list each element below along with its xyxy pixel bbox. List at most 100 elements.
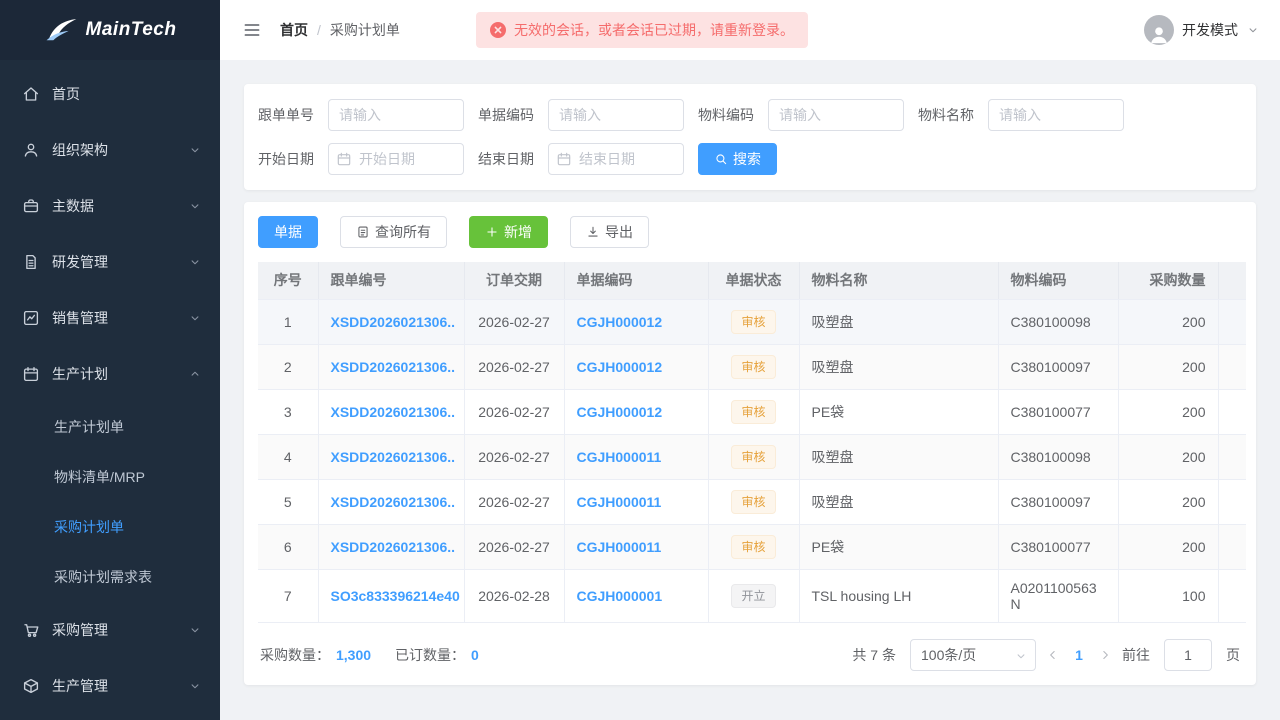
cell-material-code: C380100097 — [998, 344, 1118, 389]
filter-label: 开始日期 — [258, 149, 314, 169]
doc-no-link[interactable]: CGJH000011 — [577, 539, 662, 555]
column-header-extra — [1218, 262, 1246, 299]
cell-material-name: PE袋 — [799, 389, 998, 434]
track-no-link[interactable]: XSDD2026021306.. — [331, 314, 456, 330]
purchase-plan-table: 序号跟单编号订单交期单据编码单据状态物料名称物料编码采购数量 1 XSDD202… — [258, 262, 1246, 623]
chevron-up-icon — [188, 367, 202, 381]
sidebar-item-主数据[interactable]: 主数据 — [0, 178, 220, 234]
prev-page-icon[interactable] — [1046, 648, 1060, 662]
alert-text: 无效的会话，或者会话已过期，请重新登录。 — [514, 20, 794, 40]
briefcase-icon — [22, 197, 40, 215]
cell-track-no: XSDD2026021306.. — [318, 524, 464, 569]
doc-no-link[interactable]: CGJH000001 — [577, 588, 663, 604]
cell-material-code: C380100098 — [998, 434, 1118, 479]
doc-code-input[interactable] — [548, 99, 684, 131]
filter-label: 物料名称 — [918, 105, 974, 125]
sidebar-item-生产管理[interactable]: 生产管理 — [0, 658, 220, 714]
track-no-link[interactable]: XSDD2026021306.. — [331, 359, 456, 375]
user-mode-label: 开发模式 — [1182, 20, 1238, 40]
cell-track-no: XSDD2026021306.. — [318, 434, 464, 479]
cell-seq: 4 — [258, 434, 318, 479]
doc-no-link[interactable]: CGJH000012 — [577, 359, 663, 375]
cell-status: 审核 — [708, 524, 799, 569]
sidebar-subitem-物料清单/MRP[interactable]: 物料清单/MRP — [0, 452, 220, 502]
sidebar-item-采购管理[interactable]: 采购管理 — [0, 602, 220, 658]
sidebar-item-组织架构[interactable]: 组织架构 — [0, 122, 220, 178]
topbar: 首页 / 采购计划单 无效的会话，或者会话已过期，请重新登录。 开发 — [220, 0, 1280, 60]
doc-button[interactable]: 单据 — [258, 216, 318, 248]
cell-delivery-date: 2026-02-27 — [464, 344, 564, 389]
add-button[interactable]: 新增 — [469, 216, 548, 248]
cell-extra — [1218, 434, 1246, 479]
breadcrumb-home[interactable]: 首页 — [280, 20, 308, 40]
cell-material-name: 吸塑盘 — [799, 299, 998, 344]
user-menu[interactable]: 开发模式 — [1144, 15, 1260, 45]
cell-qty: 200 — [1118, 479, 1218, 524]
sidebar-subitem-采购计划需求表[interactable]: 采购计划需求表 — [0, 552, 220, 602]
table-row: 4 XSDD2026021306.. 2026-02-27 CGJH000011… — [258, 434, 1246, 479]
material-name-input[interactable] — [988, 99, 1124, 131]
track-no-link[interactable]: XSDD2026021306.. — [331, 404, 456, 420]
cell-extra — [1218, 569, 1246, 622]
ordered-qty-value: 0 — [471, 647, 479, 663]
cell-material-code: C380100098 — [998, 299, 1118, 344]
track-no-link[interactable]: SO3c833396214e40 — [331, 588, 460, 604]
chevron-down-icon — [1014, 649, 1028, 663]
column-header-序号: 序号 — [258, 262, 318, 299]
filter-field-start-date: 开始日期 — [258, 143, 464, 175]
cell-delivery-date: 2026-02-28 — [464, 569, 564, 622]
sidebar-item-研发管理[interactable]: 研发管理 — [0, 234, 220, 290]
cell-delivery-date: 2026-02-27 — [464, 389, 564, 434]
doc-no-link[interactable]: CGJH000011 — [577, 494, 662, 510]
cell-seq: 2 — [258, 344, 318, 389]
sidebar-item-生产计划[interactable]: 生产计划 — [0, 346, 220, 402]
cell-qty: 200 — [1118, 299, 1218, 344]
sidebar-item-首页[interactable]: 首页 — [0, 66, 220, 122]
query-all-button[interactable]: 查询所有 — [340, 216, 447, 248]
doc-no-link[interactable]: CGJH000012 — [577, 314, 663, 330]
chevron-down-icon — [188, 623, 202, 637]
start-date-input[interactable] — [328, 143, 464, 175]
page-unit-label: 页 — [1226, 645, 1240, 665]
search-button[interactable]: 搜索 — [698, 143, 777, 175]
column-header-订单交期: 订单交期 — [464, 262, 564, 299]
track-no-link[interactable]: XSDD2026021306.. — [331, 449, 456, 465]
logo-swoosh-icon — [44, 17, 78, 43]
doc-no-link[interactable]: CGJH000011 — [577, 449, 662, 465]
error-circle-icon — [490, 22, 506, 38]
calendar-icon — [22, 365, 40, 383]
breadcrumb-separator: / — [317, 22, 321, 38]
cell-track-no: XSDD2026021306.. — [318, 344, 464, 389]
hamburger-icon[interactable] — [242, 20, 262, 40]
sidebar-subitem-生产计划单[interactable]: 生产计划单 — [0, 402, 220, 452]
cell-extra — [1218, 344, 1246, 389]
track-no-link[interactable]: XSDD2026021306.. — [331, 539, 456, 555]
track-no-link[interactable]: XSDD2026021306.. — [331, 494, 456, 510]
sidebar-item-销售管理[interactable]: 销售管理 — [0, 290, 220, 346]
table-row: 1 XSDD2026021306.. 2026-02-27 CGJH000012… — [258, 299, 1246, 344]
track-no-input[interactable] — [328, 99, 464, 131]
page-number-1[interactable]: 1 — [1070, 647, 1088, 663]
page-size-select[interactable]: 100条/页 — [910, 639, 1036, 671]
cell-qty: 100 — [1118, 569, 1218, 622]
end-date-input[interactable] — [548, 143, 684, 175]
cell-status: 审核 — [708, 434, 799, 479]
column-header-单据编码: 单据编码 — [564, 262, 708, 299]
plus-icon — [485, 225, 499, 239]
filter-label: 单据编码 — [478, 105, 534, 125]
cell-doc-no: CGJH000012 — [564, 344, 708, 389]
goto-page-input[interactable] — [1164, 639, 1212, 671]
filter-field-track-no: 跟单单号 — [258, 99, 464, 131]
cell-seq: 7 — [258, 569, 318, 622]
filter-label: 跟单单号 — [258, 105, 314, 125]
material-code-input[interactable] — [768, 99, 904, 131]
breadcrumb-current: 采购计划单 — [330, 20, 400, 40]
export-button[interactable]: 导出 — [570, 216, 649, 248]
cell-extra — [1218, 479, 1246, 524]
app-logo[interactable]: MainTech — [0, 0, 220, 60]
next-page-icon[interactable] — [1098, 648, 1112, 662]
sidebar-subitem-采购计划单[interactable]: 采购计划单 — [0, 502, 220, 552]
doc-no-link[interactable]: CGJH000012 — [577, 404, 663, 420]
table-row: 3 XSDD2026021306.. 2026-02-27 CGJH000012… — [258, 389, 1246, 434]
search-icon — [714, 152, 728, 166]
